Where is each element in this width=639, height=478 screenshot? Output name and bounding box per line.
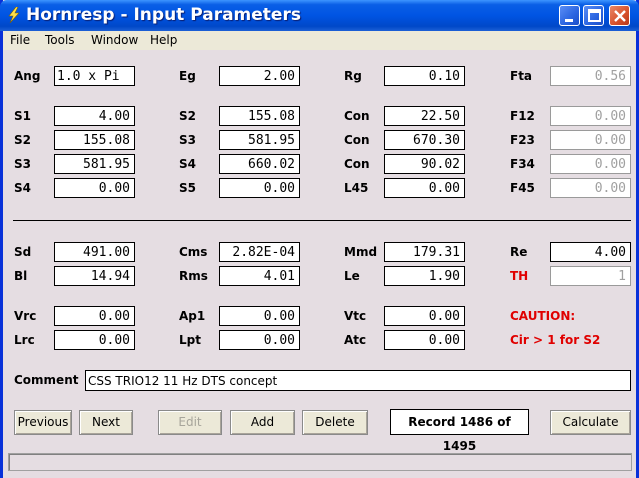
close-icon (614, 10, 626, 22)
f12-field[interactable]: 0.00 (550, 106, 631, 126)
ang-field[interactable]: 1.0 x Pi (54, 66, 135, 86)
label-cms: Cms (179, 245, 208, 259)
eg-field[interactable]: 2.00 (219, 66, 300, 86)
label-th: TH (510, 269, 529, 283)
vrc-field[interactable]: 0.00 (54, 306, 135, 326)
label-f12: F12 (510, 109, 535, 123)
label-f45: F45 (510, 181, 535, 195)
label-lpt: Lpt (179, 333, 201, 347)
s1-field[interactable]: 4.00 (54, 106, 135, 126)
sd-field[interactable]: 491.00 (54, 242, 135, 262)
rg-field[interactable]: 0.10 (384, 66, 465, 86)
minimize-icon (565, 19, 573, 22)
maximize-icon (588, 9, 601, 22)
title-bar[interactable]: Hornresp - Input Parameters (0, 0, 639, 31)
label-eg: Eg (179, 69, 196, 83)
add-button[interactable]: Add (230, 410, 295, 435)
label-s3: S3 (179, 133, 196, 147)
lpt-field[interactable]: 0.00 (219, 330, 300, 350)
label-con-2: Con (344, 133, 370, 147)
app-lightning-icon (8, 7, 20, 23)
label-atc: Atc (344, 333, 367, 347)
menu-help[interactable]: Help (150, 33, 177, 47)
s5-field[interactable]: 0.00 (219, 178, 300, 198)
cms-field[interactable]: 2.82E-04 (219, 242, 300, 262)
con3-field[interactable]: 90.02 (384, 154, 465, 174)
label-mmd: Mmd (344, 245, 378, 259)
label-s3-left: S3 (14, 157, 31, 171)
label-con-3: Con (344, 157, 370, 171)
input-parameters-panel: Ang 1.0 x Pi Eg 2.00 Rg 0.10 Fta 0.56 S1… (3, 50, 636, 478)
fta-field[interactable]: 0.56 (550, 66, 631, 86)
s4-left-field[interactable]: 0.00 (54, 178, 135, 198)
menu-window[interactable]: Window (91, 33, 138, 47)
s2-left-field[interactable]: 155.08 (54, 130, 135, 150)
s2-field[interactable]: 155.08 (219, 106, 300, 126)
con2-field[interactable]: 670.30 (384, 130, 465, 150)
caution-title: CAUTION: (510, 309, 576, 323)
re-field[interactable]: 4.00 (550, 242, 631, 262)
label-bl: Bl (14, 269, 28, 283)
lrc-field[interactable]: 0.00 (54, 330, 135, 350)
mmd-field[interactable]: 179.31 (384, 242, 465, 262)
label-s5: S5 (179, 181, 196, 195)
label-s2: S2 (179, 109, 196, 123)
label-f34: F34 (510, 157, 535, 171)
label-con-1: Con (344, 109, 370, 123)
record-indicator: Record 1486 of 1495 (390, 409, 529, 453)
label-f23: F23 (510, 133, 535, 147)
label-ang: Ang (14, 69, 41, 83)
minimize-button[interactable] (559, 5, 580, 26)
s4-field[interactable]: 660.02 (219, 154, 300, 174)
ap1-field[interactable]: 0.00 (219, 306, 300, 326)
f23-field[interactable]: 0.00 (550, 130, 631, 150)
label-s1: S1 (14, 109, 31, 123)
label-sd: Sd (14, 245, 32, 259)
label-s4: S4 (179, 157, 196, 171)
label-vrc: Vrc (14, 309, 37, 323)
comment-field[interactable]: CSS TRIO12 11 Hz DTS concept (85, 370, 631, 391)
label-re: Re (510, 245, 528, 259)
label-fta: Fta (510, 69, 533, 83)
atc-field[interactable]: 0.00 (384, 330, 465, 350)
s3-field[interactable]: 581.95 (219, 130, 300, 150)
vtc-field[interactable]: 0.00 (384, 306, 465, 326)
window-title: Hornresp - Input Parameters (26, 5, 301, 25)
label-s4-left: S4 (14, 181, 31, 195)
edit-button[interactable]: Edit (158, 410, 222, 435)
s3-left-field[interactable]: 581.95 (54, 154, 135, 174)
f45-field[interactable]: 0.00 (550, 178, 631, 198)
label-rms: Rms (179, 269, 208, 283)
main-window: Hornresp - Input Parameters File Tools W… (0, 0, 639, 478)
label-rg: Rg (344, 69, 362, 83)
caution-message: Cir > 1 for S2 (510, 333, 601, 347)
label-ap1: Ap1 (179, 309, 206, 323)
f34-field[interactable]: 0.00 (550, 154, 631, 174)
l45-field[interactable]: 0.00 (384, 178, 465, 198)
previous-button[interactable]: Previous (14, 410, 72, 435)
calculate-button[interactable]: Calculate (550, 410, 631, 435)
label-s2-left: S2 (14, 133, 31, 147)
maximize-button[interactable] (583, 5, 604, 26)
menu-tools[interactable]: Tools (45, 33, 75, 47)
delete-button[interactable]: Delete (302, 410, 368, 435)
le-field[interactable]: 1.90 (384, 266, 465, 286)
next-button[interactable]: Next (79, 410, 133, 435)
status-bar (8, 453, 632, 471)
con1-field[interactable]: 22.50 (384, 106, 465, 126)
menu-bar: File Tools Window Help (3, 31, 636, 50)
th-field[interactable]: 1 (550, 266, 631, 286)
section-divider (13, 220, 631, 221)
close-button[interactable] (609, 5, 630, 26)
label-comment: Comment (14, 373, 79, 387)
label-lrc: Lrc (14, 333, 35, 347)
menu-file[interactable]: File (10, 33, 30, 47)
label-le: Le (344, 269, 360, 283)
bl-field[interactable]: 14.94 (54, 266, 135, 286)
rms-field[interactable]: 4.01 (219, 266, 300, 286)
label-l45: L45 (344, 181, 369, 195)
label-vtc: Vtc (344, 309, 367, 323)
